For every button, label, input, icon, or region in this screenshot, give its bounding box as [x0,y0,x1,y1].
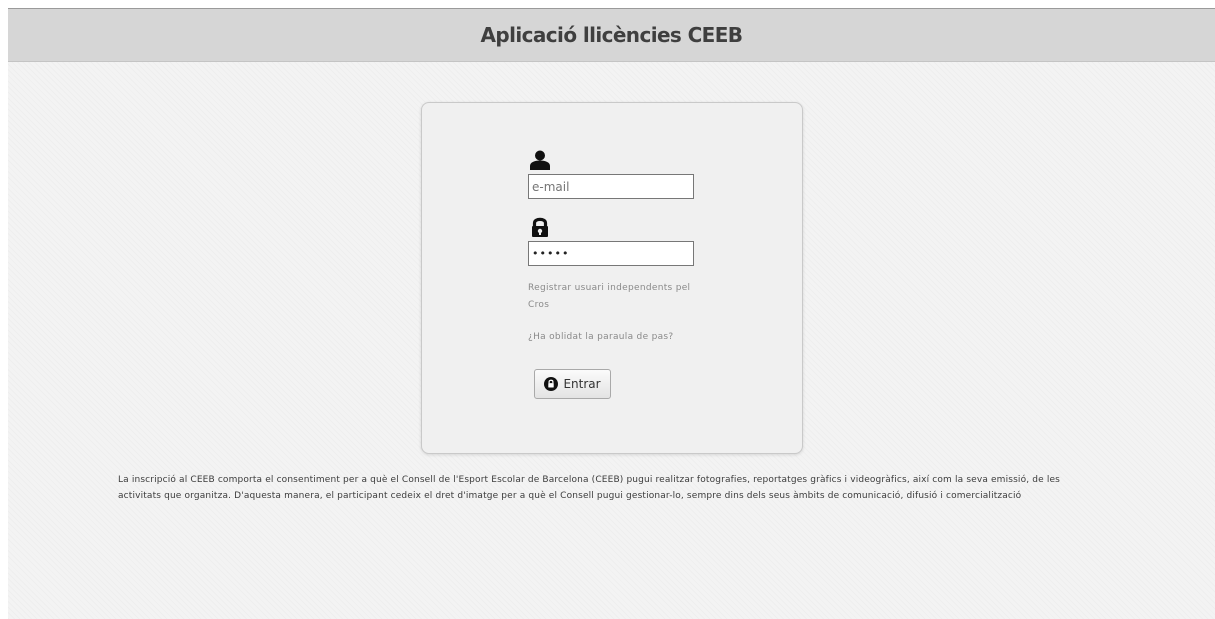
page-frame: Aplicació llicències CEEB Registrar usua… [8,8,1215,619]
login-card: Registrar usuari independents pel Cros ¿… [421,102,803,454]
email-input[interactable] [528,174,694,199]
lock-icon [529,216,551,238]
image-rights-disclaimer: La inscripció al CEEB comporta el consen… [118,475,1060,501]
enter-icon [544,377,559,391]
user-icon [529,149,551,171]
forgot-password-link[interactable]: ¿Ha oblidat la paraula de pas? [528,329,673,346]
enter-button[interactable]: Entrar [534,369,611,399]
enter-button-label: Entrar [563,377,601,391]
page-title: Aplicació llicències CEEB [480,23,743,47]
register-independent-user-link[interactable]: Registrar usuari independents pel Cros [528,280,708,314]
page-header: Aplicació llicències CEEB [8,8,1215,62]
password-input[interactable] [528,241,694,266]
